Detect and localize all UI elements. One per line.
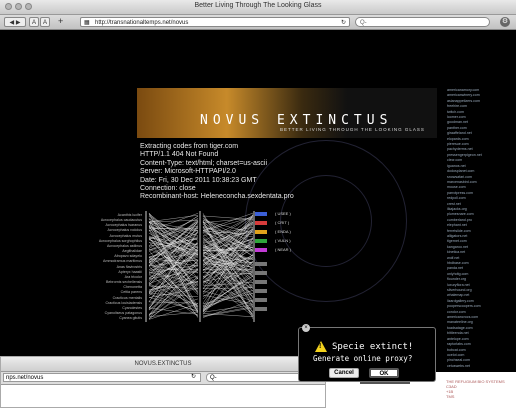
site-icon: ▦: [84, 20, 90, 26]
warning-icon: !: [315, 341, 327, 352]
response-line: Server: Microsoft-HTTPAPI/2.0: [140, 168, 236, 176]
species-connection-graph: [145, 211, 255, 322]
extinct-dialog: × ! Specie extinct! Generate online prox…: [298, 324, 436, 382]
ok-button[interactable]: OK: [369, 368, 399, 378]
settings-icon[interactable]: ⚙: [500, 17, 510, 27]
http-response-text: Extracting codes from tiger.com HTTP/1.1…: [140, 143, 294, 202]
search-field[interactable]: Q-: [355, 17, 490, 27]
species-item: Cyanea gitutis: [119, 316, 142, 321]
title-bar: Better Living Through The Looking Glass: [0, 0, 516, 15]
connection-line: [202, 269, 254, 315]
response-line: Recombinant-host: Heleneconcha.sexdentat…: [140, 193, 294, 201]
legend-label: ( NEAR ): [275, 247, 291, 252]
text-smaller-button[interactable]: A: [29, 17, 39, 27]
legend-placeholder-bar: [255, 298, 267, 302]
reload-icon[interactable]: ↻: [341, 18, 346, 28]
secondary-toolbar: nps.net/novus ↻ Q-: [1, 372, 325, 385]
address-bar[interactable]: ▦ http://transnationaltemps.net/novus ↻: [80, 17, 350, 27]
connection-line: [148, 218, 199, 253]
connection-line: [148, 303, 199, 320]
add-bookmark-icon[interactable]: +: [58, 16, 63, 26]
site-logo: NOVUS EXTINCTUS: [200, 113, 393, 128]
background-ring: [280, 175, 372, 267]
cancel-button[interactable]: Cancel: [329, 368, 359, 378]
legend-placeholder-bar: [255, 280, 267, 284]
text-larger-button[interactable]: A: [40, 17, 50, 27]
connection-line: [202, 215, 254, 220]
window-title: Better Living Through The Looking Glass: [194, 2, 322, 9]
main-browser-window: Better Living Through The Looking Glass …: [0, 0, 516, 372]
legend-placeholder-bar: [255, 262, 267, 266]
legend-label: ( CRIT ): [275, 220, 290, 225]
corner-status-text: THE REFUGIUM BIO SYSTEMS C3AD +1B TMS: [446, 379, 505, 399]
legend-swatch: [255, 221, 267, 225]
back-forward-buttons[interactable]: ◀ ▶: [4, 17, 26, 27]
legend-swatch: [255, 230, 267, 234]
connection-line: [148, 311, 199, 317]
legend-swatch: [255, 239, 267, 243]
species-list: Acanthis lucifer Acrocephalus caudacutus A…: [80, 213, 142, 321]
legend-label: ( VULN ): [275, 238, 291, 243]
corner-line: TMS: [446, 394, 455, 399]
reload-icon[interactable]: ↻: [191, 373, 196, 380]
legend-placeholder-bar: [255, 289, 267, 293]
legend-label: ( USEE ): [275, 211, 291, 216]
site-tagline: BETTER LIVING THROUGH THE LOOKING GLASS: [280, 127, 425, 132]
url-text: http://transnationaltemps.net/novus: [95, 20, 189, 26]
domain-item[interactable]: cetuswebs.net: [447, 364, 482, 369]
secondary-window-title: NOVUS.EXTINCTUS: [1, 357, 325, 372]
secondary-browser-window: NOVUS.EXTINCTUS nps.net/novus ↻ Q-: [0, 356, 326, 408]
response-line: Extracting codes from tiger.com: [140, 143, 239, 150]
response-line: Connection: close: [140, 185, 196, 193]
connection-line: [148, 280, 199, 320]
legend-placeholder-bar: [255, 271, 267, 275]
dialog-message: Generate online proxy?: [313, 354, 413, 363]
dialog-title: Specie extinct!: [332, 342, 414, 352]
legend-swatch: [255, 212, 267, 216]
response-line: HTTP/1.1 404 Not Found: [140, 151, 219, 159]
secondary-address-bar[interactable]: nps.net/novus: [3, 373, 201, 382]
response-line: Content-Type: text/html; charset=us-asci…: [140, 159, 268, 167]
browser-toolbar: ◀ ▶ A A + ▦ http://transnationaltemps.ne…: [0, 15, 516, 30]
response-line: Date: Fri, 30 Dec 2011 10:38:23 GMT: [140, 176, 257, 184]
domain-list: americanamory.com americanwinery.com asian…: [447, 88, 482, 369]
dialog-close-button[interactable]: ×: [302, 324, 310, 332]
legend-label: ( ENDA ): [275, 229, 291, 234]
legend-swatch: [255, 248, 267, 252]
domain-item[interactable]: pooperscoopers.com: [447, 304, 482, 309]
legend-placeholder-bar: [255, 307, 267, 311]
connection-line: [202, 228, 254, 249]
